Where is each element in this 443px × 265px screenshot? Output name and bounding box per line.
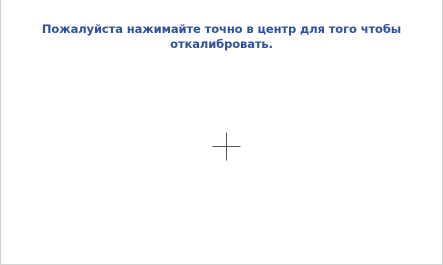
crosshair-icon xyxy=(212,132,241,161)
calibration-screen: Пожалуйста нажимайте точно в центр для т… xyxy=(0,0,443,265)
calibration-target[interactable] xyxy=(212,132,241,161)
calibration-instruction: Пожалуйста нажимайте точно в центр для т… xyxy=(41,22,402,51)
